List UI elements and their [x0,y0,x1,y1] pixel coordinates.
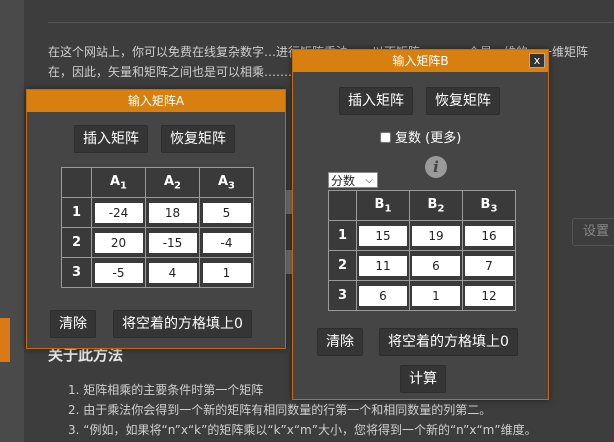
col-header-a2: A2 [145,167,200,198]
matrix-b-dialog: 输入矩阵B x 插入矩阵 恢复矩阵 复数 (更多) i 分数 ⌵ B1 B2 B3… [292,49,549,400]
matrix-a-cell-3-1[interactable] [94,262,143,283]
fill-zero-matrix-b-button[interactable]: 将空着的方格填上0 [379,328,518,356]
matrix-b-cell-1-2[interactable] [412,225,460,246]
calculate-button[interactable]: 计算 [400,365,446,393]
format-select[interactable]: 分数 ⌵ [328,172,378,188]
matrix-a-cell-2-3[interactable] [202,232,251,253]
chevron-down-icon: ⌵ [365,175,373,186]
restore-matrix-b-button[interactable]: 恢复矩阵 [426,87,500,115]
clear-matrix-a-button[interactable]: 清除 [50,310,96,338]
format-select-value: 分数 [331,174,356,188]
info-icon[interactable]: i [425,156,447,178]
matrix-b-cell-2-1[interactable] [359,255,407,276]
matrix-a-cell-2-2[interactable] [148,232,197,253]
matrix-a-cell-1-1[interactable] [94,202,143,223]
divider [48,22,614,23]
col-header-b3: B3 [462,190,516,221]
matrix-a-table: A1 A2 A3 1 2 3 [61,167,254,288]
row-header: 3 [328,280,357,311]
matrix-a-dialog: 输入矩阵A 插入矩阵 恢复矩阵 A1 A2 A3 1 2 3 清除 将空着的方格 [26,89,286,349]
matrix-b-cell-3-3[interactable] [465,285,513,306]
list-item: 2. 由于乘法你会得到一个新的矩阵有相同数量的行第一个和相同数量的列第二。 [68,403,492,417]
col-header-b2: B2 [409,190,463,221]
matrix-b-cell-2-3[interactable] [465,255,513,276]
row-header: 2 [61,227,92,258]
sidebar-active-marker [0,318,10,362]
left-sidebar [0,0,24,442]
restore-matrix-a-button[interactable]: 恢复矩阵 [161,125,235,153]
complex-label: 复数 (更多) [395,131,462,146]
matrix-b-cell-2-2[interactable] [412,255,460,276]
close-icon[interactable]: x [529,53,545,68]
settings-button[interactable]: 设置 [572,218,614,246]
complex-checkbox[interactable] [380,132,391,143]
matrix-a-cell-1-3[interactable] [202,202,251,223]
matrix-a-cell-3-2[interactable] [148,262,197,283]
clear-matrix-b-button[interactable]: 清除 [317,328,363,356]
col-header-a1: A1 [91,167,146,198]
matrix-b-cell-1-3[interactable] [465,225,513,246]
matrix-a-cell-2-1[interactable] [94,232,143,253]
row-header: 1 [61,197,92,228]
matrix-b-title-text: 输入矩阵B [392,54,449,68]
complex-checkbox-row[interactable]: 复数 (更多) [380,127,461,146]
fill-zero-matrix-a-button[interactable]: 将空着的方格填上0 [113,310,252,338]
corner-cell [61,167,92,198]
row-header: 1 [328,220,357,251]
corner-cell [328,190,357,221]
list-item: 3. “例如，如果将“n”x“k”的矩阵乘以“k”x“m”大小，您将得到一个新的… [68,423,537,437]
row-header: 2 [328,250,357,281]
matrix-b-cell-3-2[interactable] [412,285,460,306]
col-header-a3: A3 [199,167,254,198]
matrix-b-title[interactable]: 输入矩阵B x [293,50,548,72]
insert-matrix-b-button[interactable]: 插入矩阵 [339,87,413,115]
matrix-b-table: B1 B2 B3 1 2 3 [328,190,516,311]
row-header: 3 [61,257,92,288]
matrix-a-cell-1-2[interactable] [148,202,197,223]
matrix-a-title[interactable]: 输入矩阵A [27,90,285,112]
col-header-b1: B1 [356,190,410,221]
matrix-a-cell-3-3[interactable] [202,262,251,283]
matrix-b-cell-3-1[interactable] [359,285,407,306]
matrix-b-cell-1-1[interactable] [359,225,407,246]
insert-matrix-a-button[interactable]: 插入矩阵 [74,125,148,153]
